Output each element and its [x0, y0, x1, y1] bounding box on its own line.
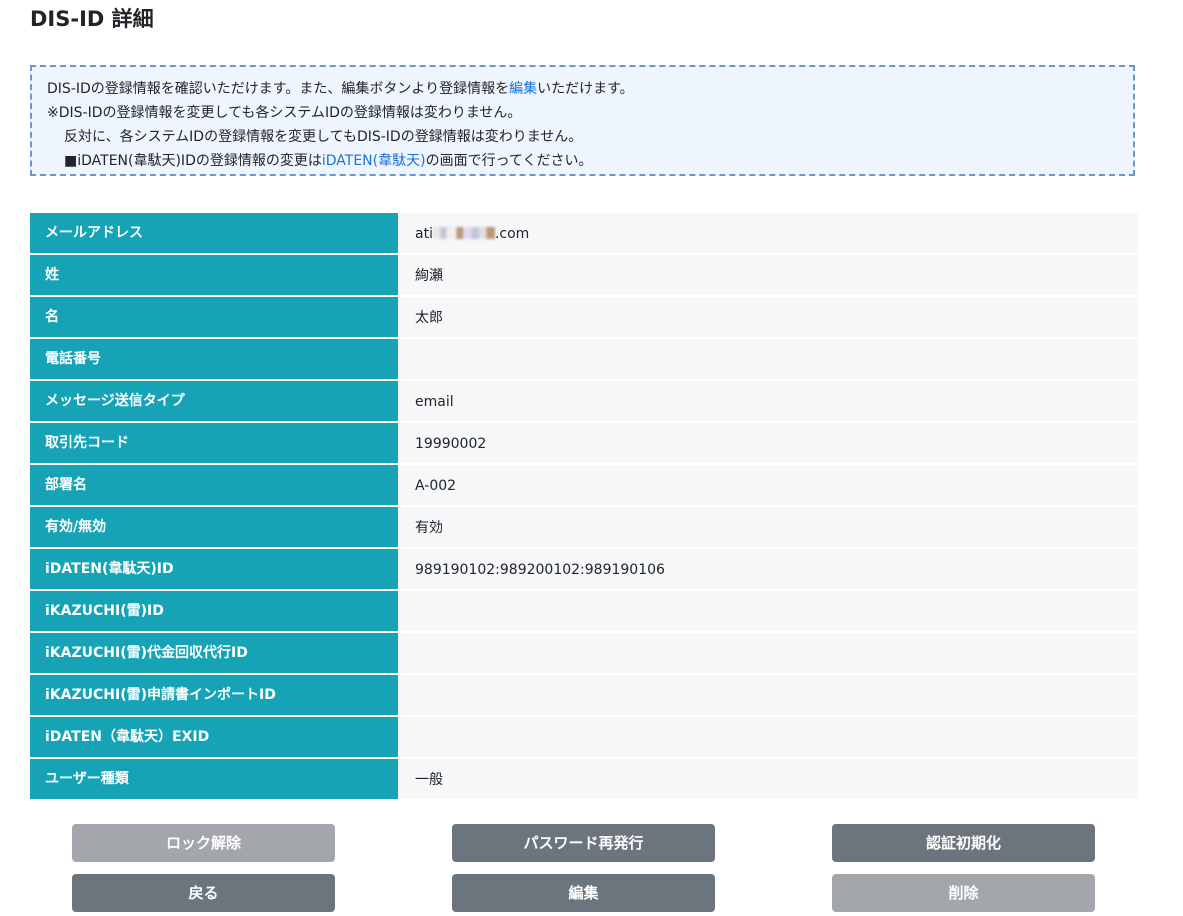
- field-label-department: 部署名: [30, 465, 398, 505]
- unlock-button[interactable]: ロック解除: [72, 824, 335, 862]
- field-value-user-type: 一般: [398, 759, 1138, 799]
- table-row: 名 太郎: [30, 297, 1138, 337]
- page: DIS-ID 詳細 DIS-IDの登録情報を確認いただけます。また、編集ボタンよ…: [0, 0, 1183, 916]
- table-row: 電話番号: [30, 339, 1138, 379]
- edit-link[interactable]: 編集: [509, 81, 537, 97]
- table-row: iDATEN(韋駄天)ID 989190102:989200102:989190…: [30, 549, 1138, 589]
- email-prefix: ati: [415, 226, 433, 242]
- notice-line-1: DIS-IDの登録情報を確認いただけます。また、編集ボタンより登録情報を編集いた…: [47, 77, 1119, 101]
- delete-button[interactable]: 削除: [832, 874, 1095, 912]
- field-label-idaten-id: iDATEN(韋駄天)ID: [30, 549, 398, 589]
- field-value-ikazuchi-collection-id: [398, 633, 1138, 673]
- redacted-email-blur: [432, 227, 495, 239]
- edit-button[interactable]: 編集: [452, 874, 715, 912]
- field-value-idaten-id: 989190102:989200102:989190106: [398, 549, 1138, 589]
- notice-line-4: ■iDATEN(韋駄天)IDの登録情報の変更はiDATEN(韋駄天)の画面で行っ…: [47, 149, 1119, 173]
- field-label-idaten-exid: iDATEN（韋駄天）EXID: [30, 717, 398, 757]
- field-label-enabled: 有効/無効: [30, 507, 398, 547]
- field-value-last-name: 絢瀬: [398, 255, 1138, 295]
- field-label-email: メールアドレス: [30, 213, 398, 253]
- table-row: 姓 絢瀬: [30, 255, 1138, 295]
- field-value-client-code: 19990002: [398, 423, 1138, 463]
- field-value-first-name: 太郎: [398, 297, 1138, 337]
- idaten-link[interactable]: iDATEN(韋駄天): [322, 153, 426, 169]
- table-row: メールアドレス ati .com: [30, 213, 1138, 253]
- table-row: iKAZUCHI(雷)申請書インポートID: [30, 675, 1138, 715]
- field-value-email: ati .com: [398, 213, 1138, 253]
- email-suffix: .com: [494, 226, 530, 242]
- field-label-ikazuchi-import-id: iKAZUCHI(雷)申請書インポートID: [30, 675, 398, 715]
- field-value-ikazuchi-import-id: [398, 675, 1138, 715]
- notice-line-1-text: DIS-IDの登録情報を確認いただけます。また、編集ボタンより登録情報を: [47, 81, 510, 97]
- table-row: iKAZUCHI(雷)代金回収代行ID: [30, 633, 1138, 673]
- details-table: メールアドレス ati .com 姓 絢瀬 名 太郎 電話番号 メッセージ送信タイ…: [30, 213, 1138, 801]
- notice-line-2: ※DIS-IDの登録情報を変更しても各システムIDの登録情報は変わりません。: [47, 105, 522, 121]
- reissue-password-button[interactable]: パスワード再発行: [452, 824, 715, 862]
- field-value-phone: [398, 339, 1138, 379]
- back-button[interactable]: 戻る: [72, 874, 335, 912]
- field-value-department: A-002: [398, 465, 1138, 505]
- info-notice: DIS-IDの登録情報を確認いただけます。また、編集ボタンより登録情報を編集いた…: [30, 65, 1135, 176]
- field-label-first-name: 名: [30, 297, 398, 337]
- table-row: メッセージ送信タイプ email: [30, 381, 1138, 421]
- notice-line-3: 反対に、各システムIDの登録情報を変更してもDIS-IDの登録情報は変わりません…: [64, 129, 583, 145]
- table-row: 取引先コード 19990002: [30, 423, 1138, 463]
- notice-line-4-text: ■iDATEN(韋駄天)IDの登録情報の変更は: [64, 153, 322, 169]
- table-row: 部署名 A-002: [30, 465, 1138, 505]
- field-value-message-type: email: [398, 381, 1138, 421]
- field-label-last-name: 姓: [30, 255, 398, 295]
- field-label-message-type: メッセージ送信タイプ: [30, 381, 398, 421]
- field-label-ikazuchi-collection-id: iKAZUCHI(雷)代金回収代行ID: [30, 633, 398, 673]
- table-row: iKAZUCHI(雷)ID: [30, 591, 1138, 631]
- reset-auth-button[interactable]: 認証初期化: [832, 824, 1095, 862]
- field-value-enabled: 有効: [398, 507, 1138, 547]
- notice-line-4-suffix: の画面で行ってください。: [425, 153, 593, 169]
- table-row: 有効/無効 有効: [30, 507, 1138, 547]
- page-title: DIS-ID 詳細: [30, 7, 154, 31]
- field-value-ikazuchi-id: [398, 591, 1138, 631]
- field-value-idaten-exid: [398, 717, 1138, 757]
- field-label-ikazuchi-id: iKAZUCHI(雷)ID: [30, 591, 398, 631]
- field-label-phone: 電話番号: [30, 339, 398, 379]
- table-row: iDATEN（韋駄天）EXID: [30, 717, 1138, 757]
- notice-line-1-suffix: いただけます。: [537, 81, 634, 97]
- field-label-client-code: 取引先コード: [30, 423, 398, 463]
- table-row: ユーザー種類 一般: [30, 759, 1138, 799]
- field-label-user-type: ユーザー種類: [30, 759, 398, 799]
